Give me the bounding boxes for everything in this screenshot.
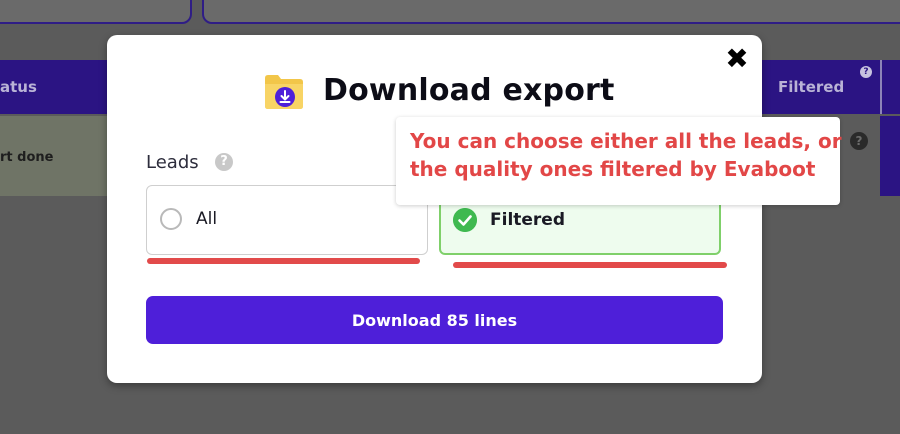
- annotation-line-1: You can choose either all the leads, or: [410, 129, 842, 153]
- radio-empty-icon[interactable]: [160, 208, 182, 230]
- annotation-line-2: the quality ones filtered by Evaboot: [410, 157, 816, 181]
- background-side-tab: [880, 116, 900, 196]
- row-status-text: rt done: [0, 150, 54, 165]
- background-card-left: [0, 0, 192, 24]
- close-icon[interactable]: ✖: [724, 45, 750, 73]
- modal-title: Download export: [323, 73, 615, 108]
- column-divider: [880, 60, 882, 114]
- row-help-icon: ?: [850, 132, 868, 150]
- option-filtered-label: Filtered: [490, 210, 566, 230]
- option-all-label: All: [196, 209, 218, 229]
- background-table-row: rt done: [0, 116, 120, 196]
- column-help-icon: ?: [860, 66, 872, 78]
- help-icon[interactable]: ?: [215, 153, 233, 171]
- column-header-status: atus: [0, 78, 37, 96]
- check-circle-icon[interactable]: [453, 208, 477, 232]
- annotation-underline-filtered: [453, 262, 727, 268]
- annotation-callout: You can choose either all the leads, or …: [396, 117, 842, 205]
- option-all-leads[interactable]: All: [146, 185, 428, 255]
- background-card-right: [202, 0, 900, 24]
- download-button[interactable]: Download 85 lines: [146, 296, 723, 344]
- column-header-filtered: Filtered: [778, 78, 845, 96]
- annotation-underline-all: [147, 258, 420, 264]
- download-export-modal: ✖ Download export Leads ? All Filtered D…: [107, 35, 762, 383]
- leads-label: Leads: [146, 152, 199, 173]
- folder-download-icon: [265, 75, 303, 109]
